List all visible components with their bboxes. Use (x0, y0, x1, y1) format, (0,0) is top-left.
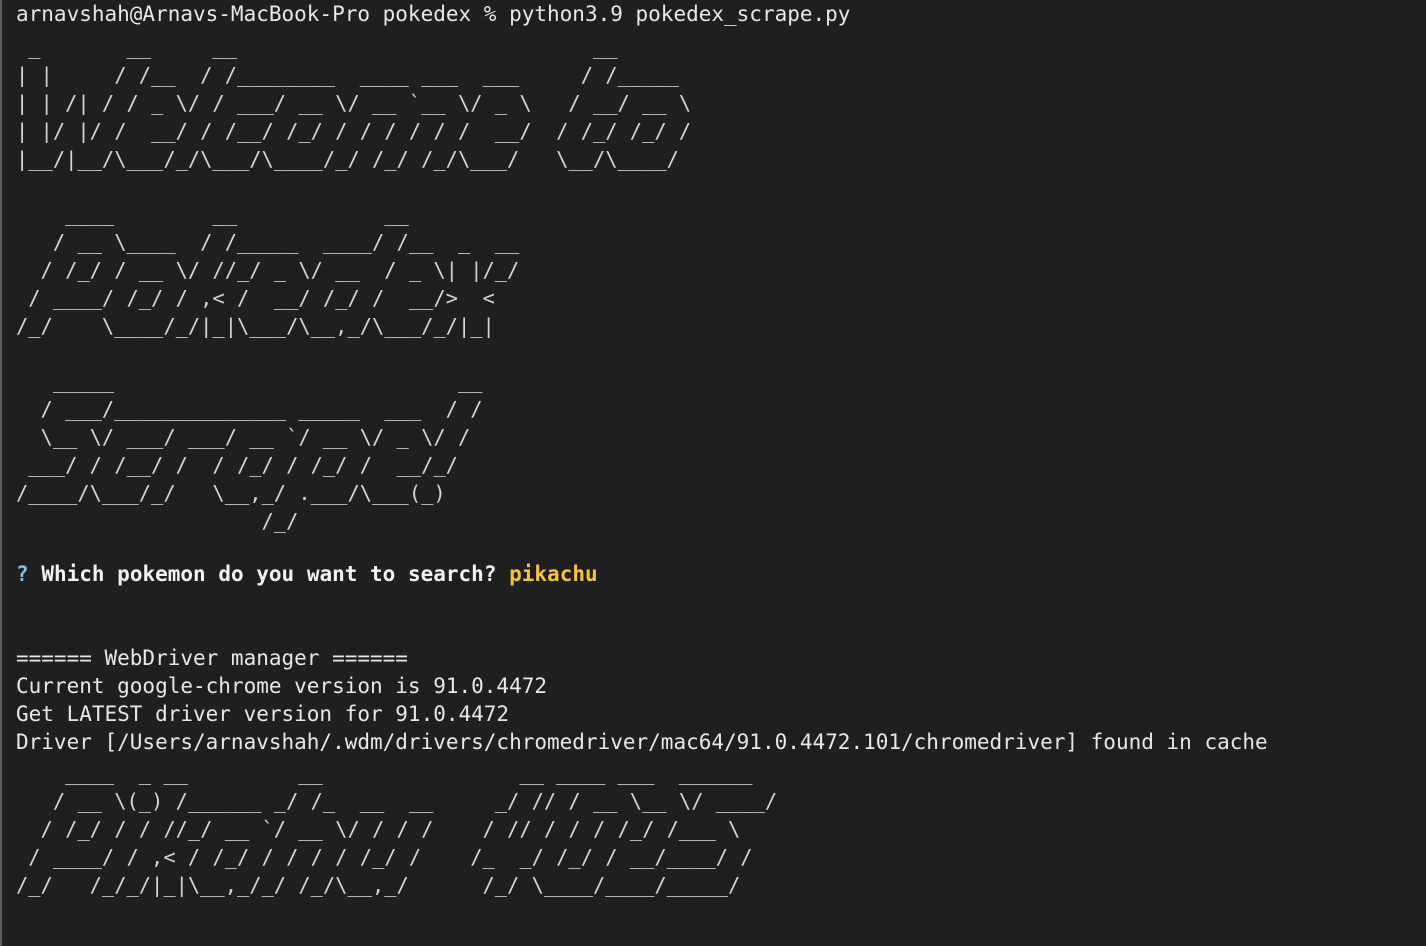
wdm-header: ====== WebDriver manager ====== (16, 646, 408, 670)
ascii-banner-scraper: _____ __ / ___/______________ _____ ___ … (16, 369, 483, 533)
wdm-driver-cache-line: Driver [/Users/arnavshah/.wdm/drivers/ch… (16, 730, 1268, 754)
question-mark-icon: ? (16, 562, 29, 586)
ascii-banner-result: ____ _ __ __ __ ____ ___ ______ / __ \(_… (16, 761, 778, 897)
ascii-banner-welcome-to: _ __ __ __ | | / /__ / /________ ____ __… (16, 35, 692, 171)
terminal-window[interactable]: arnavshah@Arnavs-MacBook-Pro pokedex % p… (0, 0, 1426, 946)
search-question: Which pokemon do you want to search? (41, 562, 497, 586)
search-answer-input[interactable]: pikachu (509, 562, 598, 586)
ascii-banner-pokedex: ____ __ __ / __ \____ / /_____ ____/ /__… (16, 202, 520, 338)
search-prompt-line: ? Which pokemon do you want to search? p… (16, 560, 598, 588)
command-prompt-line: arnavshah@Arnavs-MacBook-Pro pokedex % p… (16, 2, 851, 26)
wdm-chrome-version-line: Current google-chrome version is 91.0.44… (16, 674, 548, 698)
wdm-latest-driver-line: Get LATEST driver version for 91.0.4472 (16, 702, 510, 726)
